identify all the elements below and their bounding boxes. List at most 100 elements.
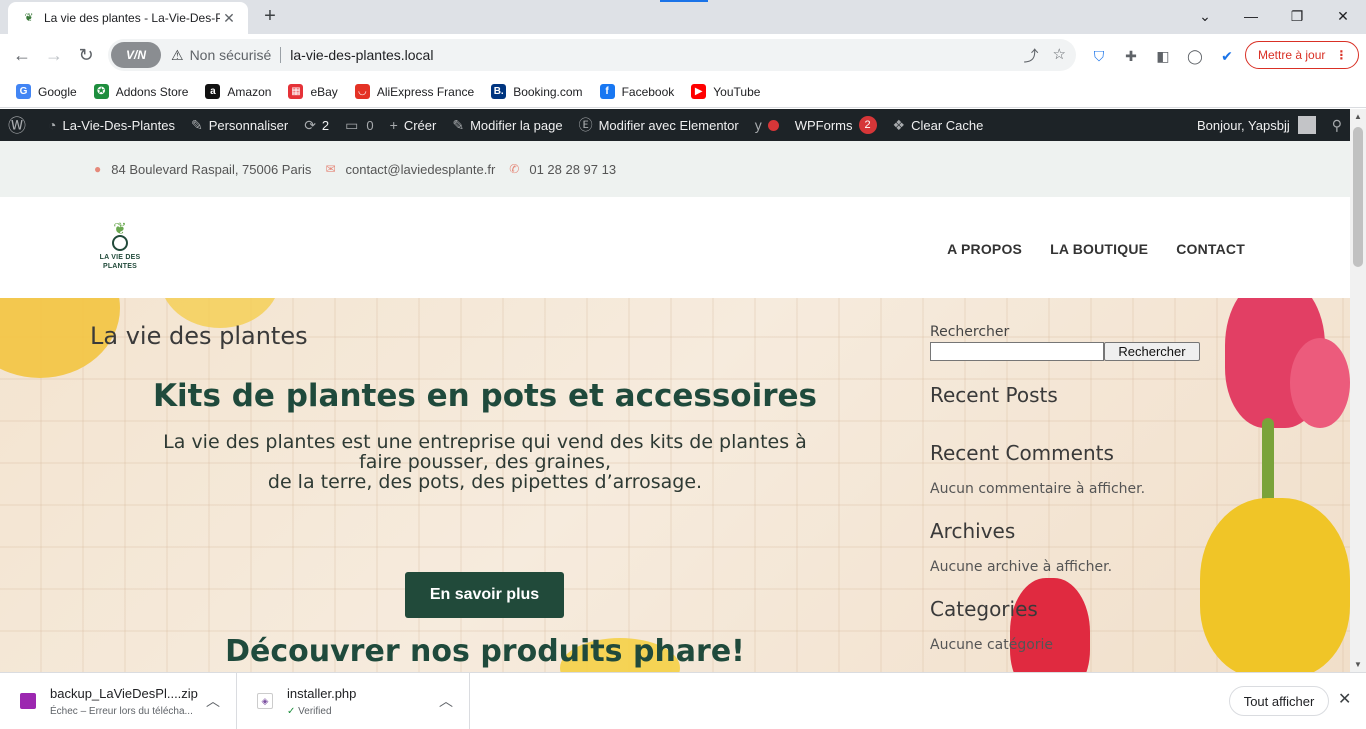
address-bar[interactable]: V/N ⚠ Non sécurisé la-vie-des-plantes.lo…	[108, 39, 1076, 71]
dashboard-icon: ◔	[48, 117, 57, 133]
back-icon[interactable]: ←	[9, 42, 35, 68]
share-icon[interactable]: ⤴	[1024, 45, 1039, 66]
hero-text-line1: La vie des plantes est une entreprise qu…	[163, 431, 807, 473]
site-logo[interactable]: ❦ LA VIE DES PLANTES	[94, 221, 146, 273]
new-tab-button[interactable]: +	[258, 5, 282, 29]
youtube-icon: ▶	[691, 84, 707, 99]
wp-new[interactable]: + Créer	[382, 109, 445, 141]
email-info[interactable]: ✉ contact@laviedesplante.fr	[325, 162, 495, 177]
tab-search-icon[interactable]: ⌄	[1182, 3, 1228, 29]
google-icon: G	[16, 84, 31, 99]
wp-updates-count: 2	[321, 117, 330, 133]
download-item[interactable]: backup_LaVieDesPl....zip Échec – Erreur …	[0, 673, 237, 729]
browser-toolbar: ← → ↻ V/N ⚠ Non sécurisé la-vie-des-plan…	[0, 34, 1366, 76]
no-comments-text: Aucun commentaire à afficher.	[930, 481, 1146, 497]
zip-file-icon	[20, 693, 36, 709]
wp-comments[interactable]: ▭ 0	[337, 109, 381, 141]
browser-tab[interactable]: ❦ La vie des plantes - La-Vie-Des-P ✕	[8, 2, 248, 34]
search-button[interactable]: Rechercher	[1104, 342, 1200, 361]
bookmark-ebay[interactable]: ▦ eBay	[288, 84, 338, 99]
bookmark-aliexpress[interactable]: ◡ AliExpress France	[354, 84, 474, 99]
wp-greeting: Bonjour, Yapsbjj	[1196, 117, 1290, 133]
wp-edit-page[interactable]: ✎ Modifier la page	[444, 109, 570, 141]
bookmark-google[interactable]: G Google	[16, 84, 77, 99]
restore-button[interactable]: ❐	[1274, 3, 1320, 29]
close-tab-icon[interactable]: ✕	[220, 9, 238, 27]
learn-more-button[interactable]: En savoir plus	[405, 572, 564, 618]
wp-wpforms[interactable]: WPForms 2	[787, 109, 885, 141]
download-status: ✓ Verified	[287, 706, 356, 717]
hero-text-line2: de la terre, des pots, des pipettes d’ar…	[267, 471, 703, 493]
wp-yoast[interactable]: y	[747, 109, 787, 141]
insecure-label[interactable]: Non sécurisé	[190, 47, 272, 63]
search-input[interactable]	[930, 342, 1104, 361]
wp-clear-cache[interactable]: ❖ Clear Cache	[885, 109, 992, 141]
reload-icon[interactable]: ↻	[73, 42, 99, 68]
profile-icon[interactable]: ◯	[1184, 45, 1206, 67]
wp-new-label: Créer	[403, 117, 437, 133]
wp-customize[interactable]: ✎ Personnaliser	[183, 109, 296, 141]
bookmark-youtube[interactable]: ▶ YouTube	[691, 84, 760, 99]
logo-text-line1: LA VIE DES	[99, 254, 141, 261]
bookmark-addons-store[interactable]: ✪ Addons Store	[93, 84, 188, 99]
wp-account[interactable]: Bonjour, Yapsbjj	[1189, 109, 1324, 141]
brush-icon: ✎	[190, 116, 203, 133]
booking-icon: B.	[491, 84, 507, 99]
url-text[interactable]: la-vie-des-plantes.local	[290, 47, 433, 63]
wp-edit-elementor-label: Modifier avec Elementor	[598, 117, 739, 133]
download-item[interactable]: ◈ installer.php ✓ Verified ︿	[237, 673, 470, 729]
site-favicon-icon: ❦	[24, 12, 34, 24]
scroll-up-icon[interactable]: ▲	[1354, 112, 1362, 121]
hero-section: La vie des plantes Kits de plantes en po…	[0, 298, 1350, 672]
close-downloads-icon[interactable]: ✕	[1338, 689, 1351, 709]
page-scrollbar[interactable]: ▲ ▼	[1350, 109, 1366, 672]
bookmark-amazon[interactable]: a Amazon	[205, 84, 271, 99]
vpn-badge[interactable]: V/N	[111, 42, 161, 68]
phone-text[interactable]: 01 28 28 97 13	[529, 162, 616, 177]
show-all-downloads-button[interactable]: Tout afficher	[1229, 686, 1329, 716]
wp-updates[interactable]: ⟳ 2	[296, 109, 337, 141]
divider	[280, 47, 282, 63]
products-heading: Découvrer nos produits phare!	[225, 634, 745, 669]
recent-comments-title: Recent Comments	[930, 441, 1114, 465]
bookmark-booking[interactable]: B. Booking.com	[491, 84, 583, 99]
envelope-icon: ✉	[325, 162, 336, 176]
scroll-down-icon[interactable]: ▼	[1354, 660, 1362, 669]
chevron-up-icon[interactable]: ︿	[439, 691, 453, 711]
security-shield-icon[interactable]: ✔	[1216, 45, 1238, 67]
side-panel-icon[interactable]: ◧	[1152, 45, 1174, 67]
scroll-thumb[interactable]	[1353, 127, 1363, 267]
wp-logo-item[interactable]: Ⓦ	[0, 109, 40, 141]
tulip-pink-decor	[1290, 338, 1350, 428]
update-button[interactable]: Mettre à jour ⋮	[1245, 41, 1359, 69]
archives-title: Archives	[930, 519, 1016, 543]
nav-la-boutique[interactable]: LA BOUTIQUE	[1050, 241, 1148, 257]
extensions-puzzle-icon[interactable]: ✚	[1120, 45, 1142, 67]
facebook-icon: f	[599, 84, 615, 99]
wp-search[interactable]: ⚲	[1324, 109, 1350, 141]
wp-admin-bar: Ⓦ ◔ La-Vie-Des-Plantes ✎ Personnaliser ⟳ 2 …	[0, 109, 1350, 141]
phone-info[interactable]: ✆ 01 28 28 97 13	[509, 162, 616, 177]
forward-icon[interactable]: →	[41, 42, 67, 68]
wp-edit-page-label: Modifier la page	[470, 117, 563, 133]
updates-icon: ⟳	[304, 116, 316, 133]
download-filename: backup_LaVieDesPl....zip	[50, 685, 198, 701]
avatar	[1297, 116, 1316, 134]
nav-contact[interactable]: CONTACT	[1176, 241, 1245, 257]
phone-icon: ✆	[509, 162, 520, 176]
wp-comments-count: 0	[366, 117, 374, 133]
shield-extension-icon[interactable]: ⛉	[1088, 45, 1110, 67]
bookmark-star-icon[interactable]: ☆	[1053, 45, 1066, 66]
chevron-up-icon[interactable]: ︿	[206, 691, 220, 711]
bookmark-facebook[interactable]: f Facebook	[599, 84, 674, 99]
nav-a-propos[interactable]: A PROPOS	[947, 241, 1022, 257]
wp-edit-elementor[interactable]: Ⓔ Modifier avec Elementor	[571, 109, 747, 141]
download-filename: installer.php	[287, 685, 357, 701]
close-window-button[interactable]: ✕	[1320, 3, 1366, 29]
wp-clear-cache-label: Clear Cache	[911, 117, 984, 133]
minimize-button[interactable]: —	[1228, 3, 1274, 29]
wp-site-name[interactable]: ◔ La-Vie-Des-Plantes	[40, 109, 183, 141]
warning-icon[interactable]: ⚠	[171, 47, 184, 64]
site-info-bar: ● 84 Boulevard Raspail, 75006 Paris ✉ cont…	[0, 141, 1350, 197]
email-text[interactable]: contact@laviedesplante.fr	[346, 162, 496, 177]
